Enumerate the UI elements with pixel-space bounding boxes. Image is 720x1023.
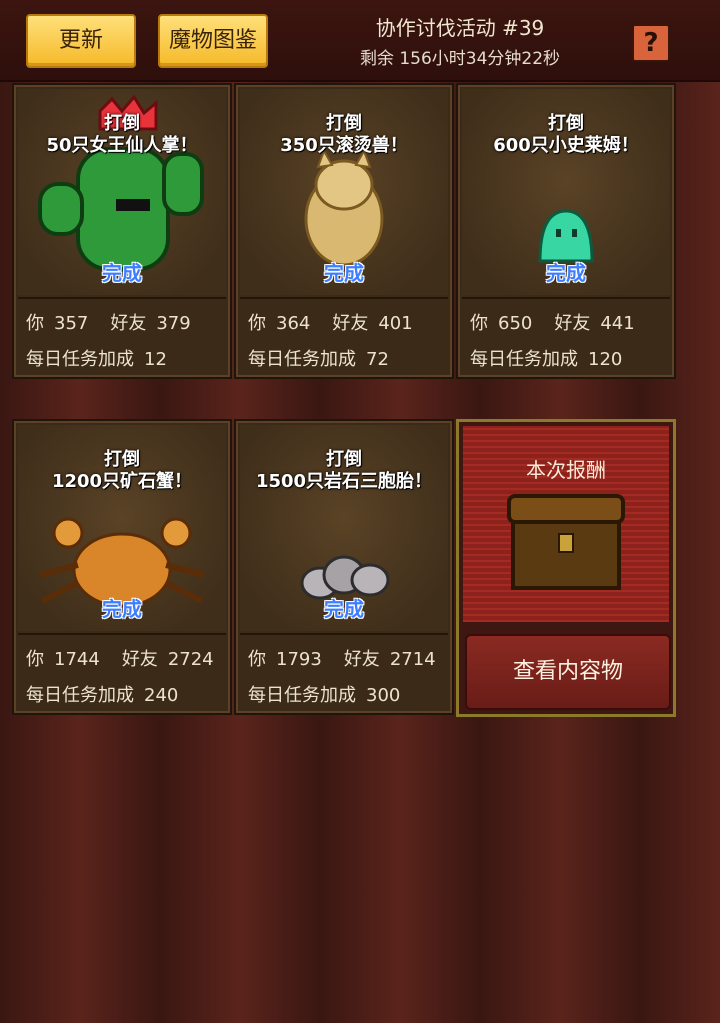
bonus-line: 每日任务加成 12	[26, 345, 167, 371]
bonus-line: 每日任务加成 240	[26, 681, 178, 707]
quest-status: 完成	[324, 261, 364, 285]
update-button[interactable]: 更新	[26, 14, 136, 68]
bonus-label: 每日任务加成	[26, 685, 134, 706]
event-title: 协作讨伐活动 #39	[375, 16, 545, 40]
event-timer: 剩余 156小时34分钟22秒	[359, 49, 561, 69]
progress-line: 你 1793 好友 2714	[248, 645, 436, 671]
quest-stats: 你 1793 好友 2714 每日任务加成 300	[240, 633, 448, 711]
you-count: 650	[498, 313, 533, 334]
bonus-value: 240	[144, 685, 179, 706]
bonus-line: 每日任务加成 72	[248, 345, 389, 371]
reward-panel: 本次报酬 查看内容物	[456, 419, 676, 717]
quest-stats: 你 357 好友 379 每日任务加成 12	[18, 297, 226, 375]
bonus-label: 每日任务加成	[26, 349, 134, 370]
quest-line2: 1200只矿石蟹！	[51, 471, 193, 492]
you-count: 1793	[276, 649, 322, 670]
bonus-label: 每日任务加成	[470, 349, 578, 370]
friend-label: 好友	[343, 649, 380, 670]
progress-line: 你 1744 好友 2724	[26, 645, 214, 671]
bonus-line: 每日任务加成 120	[470, 345, 622, 371]
quest-card-1[interactable]: 打倒 50只女王仙人掌！ 完成 你 357 好友 379 每日任务加成 12	[12, 83, 232, 379]
reward-title: 本次报酬	[526, 458, 606, 482]
view-contents-button[interactable]: 查看内容物	[465, 634, 671, 710]
friend-count: 2714	[389, 649, 436, 670]
friend-count: 379	[156, 313, 191, 334]
bonus-value: 12	[144, 349, 167, 370]
progress-line: 你 364 好友 401	[248, 309, 413, 335]
you-count: 364	[276, 313, 311, 334]
you-label: 你	[26, 649, 44, 670]
quest-status: 完成	[102, 597, 142, 621]
help-button[interactable]: ?	[632, 24, 670, 62]
you-count: 1744	[54, 649, 100, 670]
progress-line: 你 650 好友 441	[470, 309, 635, 335]
bestiary-button[interactable]: 魔物图鉴	[158, 14, 268, 68]
quest-stats: 你 650 好友 441 每日任务加成 120	[462, 297, 670, 375]
quest-stats: 你 1744 好友 2724 每日任务加成 240	[18, 633, 226, 711]
friend-label: 好友	[121, 649, 158, 670]
bonus-label: 每日任务加成	[248, 349, 356, 370]
quest-status: 完成	[324, 597, 364, 621]
quest-card-4[interactable]: 打倒 1200只矿石蟹！ 完成 你 1744 好友 2724 每日任务加成 240	[12, 419, 232, 715]
quest-line2: 50只女王仙人掌！	[46, 135, 198, 156]
you-label: 你	[470, 313, 488, 334]
top-bar: 更新 魔物图鉴 协作讨伐活动 #39 剩余 156小时34分钟22秒 ?	[0, 0, 720, 82]
you-label: 你	[248, 313, 266, 334]
friend-label: 好友	[554, 313, 591, 334]
quest-line2: 350只滚烫兽！	[280, 135, 408, 156]
quest-line2: 1500只岩石三胞胎！	[255, 471, 433, 492]
quest-card-5[interactable]: 打倒 1500只岩石三胞胎！ 完成 你 1793 好友 2714 每日任务加成 300	[234, 419, 454, 715]
progress-line: 你 357 好友 379	[26, 309, 191, 335]
you-label: 你	[26, 313, 44, 334]
quest-line2: 600只小史莱姆！	[493, 135, 639, 156]
bonus-value: 120	[588, 349, 623, 370]
quest-stats: 你 364 好友 401 每日任务加成 72	[240, 297, 448, 375]
quest-status: 完成	[102, 261, 142, 285]
friend-count: 2724	[167, 649, 214, 670]
friend-label: 好友	[110, 313, 147, 334]
you-count: 357	[54, 313, 89, 334]
bonus-value: 72	[366, 349, 389, 370]
bonus-value: 300	[366, 685, 401, 706]
quest-card-3[interactable]: 打倒 600只小史莱姆！ 完成 你 650 好友 441 每日任务加成 120	[456, 83, 676, 379]
friend-label: 好友	[332, 313, 369, 334]
bonus-line: 每日任务加成 300	[248, 681, 400, 707]
friend-count: 441	[600, 313, 635, 334]
bonus-label: 每日任务加成	[248, 685, 356, 706]
quest-status: 完成	[546, 261, 586, 285]
you-label: 你	[248, 649, 266, 670]
quest-card-2[interactable]: 打倒 350只滚烫兽！ 完成 你 364 好友 401 每日任务加成 72	[234, 83, 454, 379]
friend-count: 401	[378, 313, 413, 334]
